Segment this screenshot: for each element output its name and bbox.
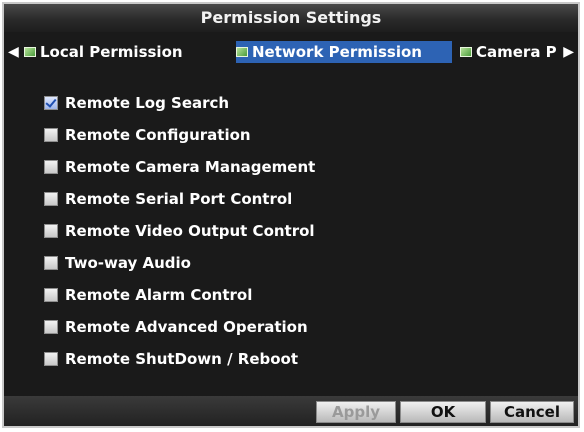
tab-camera-permission[interactable]: Camera P <box>460 41 559 63</box>
tab-label: Local Permission <box>40 43 183 61</box>
permission-label: Remote Camera Management <box>65 158 316 176</box>
permission-label: Remote Alarm Control <box>65 286 253 304</box>
dialog-title: Permission Settings <box>4 4 578 32</box>
tab-local-permission[interactable]: Local Permission <box>24 41 220 63</box>
permission-item-remote-advanced-operation[interactable]: Remote Advanced Operation <box>44 316 524 338</box>
checkbox[interactable] <box>44 128 58 142</box>
tab-icon <box>24 47 36 57</box>
tab-network-permission[interactable]: Network Permission <box>236 41 452 63</box>
permission-item-two-way-audio[interactable]: Two-way Audio <box>44 252 524 274</box>
checkbox[interactable] <box>44 224 58 238</box>
tab-label: Network Permission <box>252 43 422 61</box>
tab-label: Camera P <box>476 43 557 61</box>
checkbox[interactable] <box>44 192 58 206</box>
permission-item-remote-configuration[interactable]: Remote Configuration <box>44 124 524 146</box>
permission-label: Two-way Audio <box>65 254 191 272</box>
permission-item-remote-alarm-control[interactable]: Remote Alarm Control <box>44 284 524 306</box>
checkbox[interactable] <box>44 256 58 270</box>
checkbox-checked[interactable] <box>44 96 58 110</box>
ok-button[interactable]: OK <box>400 401 486 423</box>
permission-settings-dialog: Permission Settings ◀ Local Permission N… <box>2 2 580 428</box>
tab-icon <box>236 47 248 57</box>
permission-item-remote-video-output-control[interactable]: Remote Video Output Control <box>44 220 524 242</box>
permission-label: Remote Serial Port Control <box>65 190 293 208</box>
permission-item-remote-camera-management[interactable]: Remote Camera Management <box>44 156 524 178</box>
cancel-button[interactable]: Cancel <box>490 401 574 423</box>
scroll-left-arrow-icon[interactable]: ◀ <box>8 44 19 60</box>
permission-item-remote-shutdown-reboot[interactable]: Remote ShutDown / Reboot <box>44 348 524 370</box>
permission-label: Remote Log Search <box>65 94 230 112</box>
permission-item-remote-log-search[interactable]: Remote Log Search <box>44 92 524 114</box>
permission-label: Remote Advanced Operation <box>65 318 308 336</box>
apply-button[interactable]: Apply <box>316 401 396 423</box>
permission-label: Remote Configuration <box>65 126 251 144</box>
dialog-footer: Apply OK Cancel <box>4 396 578 426</box>
checkbox[interactable] <box>44 320 58 334</box>
checkbox[interactable] <box>44 160 58 174</box>
scroll-right-arrow-icon[interactable]: ▶ <box>563 44 574 60</box>
permission-label: Remote Video Output Control <box>65 222 315 240</box>
checkbox[interactable] <box>44 352 58 366</box>
tab-bar: ◀ Local Permission Network Permission Ca… <box>4 36 578 68</box>
permission-item-remote-serial-port-control[interactable]: Remote Serial Port Control <box>44 188 524 210</box>
tab-icon <box>460 47 472 57</box>
permission-label: Remote ShutDown / Reboot <box>65 350 299 368</box>
checkbox[interactable] <box>44 288 58 302</box>
